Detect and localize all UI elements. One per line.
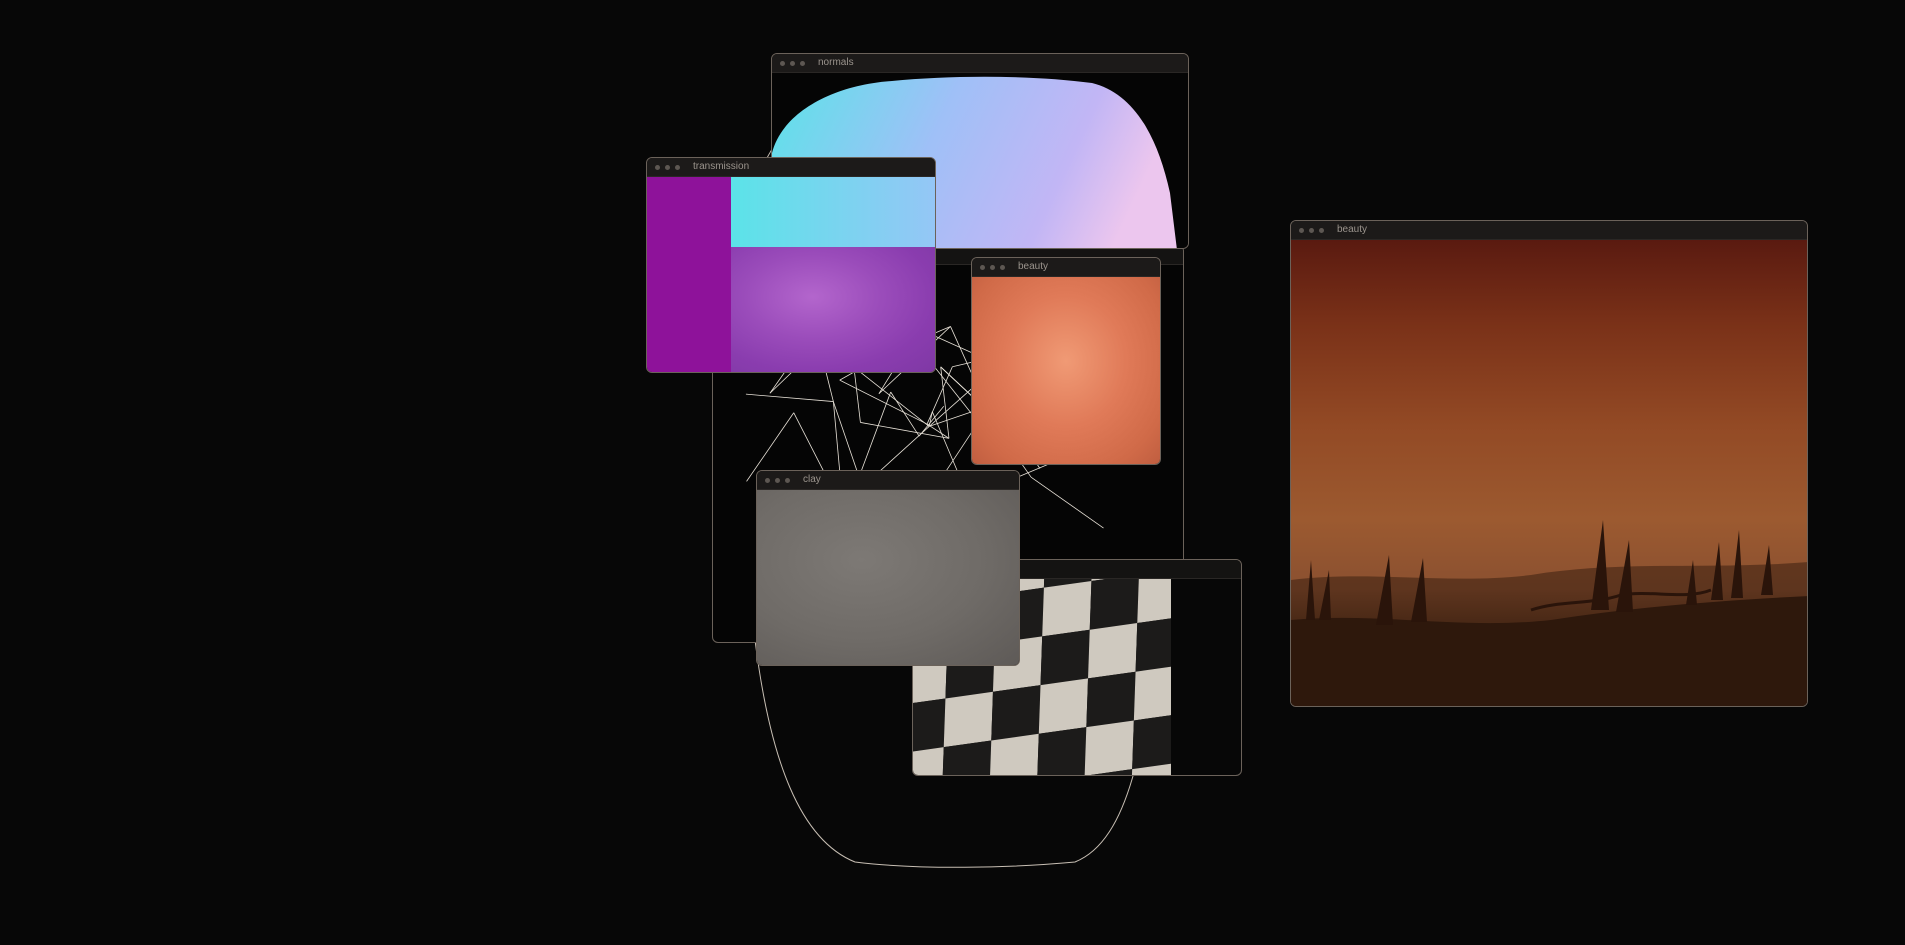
window-title: transmission: [693, 161, 750, 172]
checker-square: [991, 685, 1041, 741]
mesh-edge: [926, 366, 953, 425]
beauty-large-render: [1291, 240, 1807, 706]
transmission-titlebar[interactable]: transmission: [647, 158, 935, 177]
canvas: normals transmission beauty clay beauty: [0, 0, 1905, 945]
checker-square: [1040, 629, 1090, 686]
checker-square: [1042, 580, 1092, 637]
checker-square: [1038, 678, 1089, 734]
window-controls-dots-icon[interactable]: [980, 265, 1005, 270]
window-controls-dots-icon[interactable]: [1299, 228, 1324, 233]
checker-mask: [1171, 579, 1241, 775]
beauty-large-window[interactable]: beauty: [1290, 220, 1808, 707]
transmission-normals-overlap: [731, 177, 935, 247]
mesh-edge: [853, 367, 861, 423]
checker-square: [1037, 727, 1087, 775]
checker-square: [913, 747, 944, 775]
window-controls-dots-icon[interactable]: [780, 61, 805, 66]
window-title: beauty: [1337, 224, 1368, 235]
checker-square: [1088, 623, 1138, 679]
mesh-edge: [860, 422, 950, 439]
transmission-window[interactable]: transmission: [646, 157, 936, 373]
mesh-edge: [1030, 476, 1104, 529]
beauty-small-titlebar[interactable]: beauty: [972, 258, 1160, 277]
window-controls-dots-icon[interactable]: [765, 478, 790, 483]
checker-square: [943, 691, 993, 748]
desert-landscape: [1291, 520, 1807, 706]
window-title: clay: [803, 474, 821, 485]
transmission-render: [647, 177, 935, 372]
clay-window[interactable]: clay: [756, 470, 1020, 666]
mesh-edge: [890, 391, 920, 437]
window-controls-dots-icon[interactable]: [655, 165, 680, 170]
normals-titlebar[interactable]: normals: [772, 54, 1188, 73]
beauty-large-titlebar[interactable]: beauty: [1291, 221, 1807, 240]
clay-titlebar[interactable]: clay: [757, 471, 1019, 490]
beauty-small-render: [972, 277, 1160, 464]
checker-square: [1084, 720, 1134, 775]
mesh-edge: [853, 366, 930, 427]
beauty-small-window[interactable]: beauty: [971, 257, 1161, 465]
checker-square: [1086, 671, 1136, 728]
clay-render: [757, 490, 1019, 665]
window-title: beauty: [1018, 261, 1049, 272]
checker-square: [989, 733, 1039, 775]
mesh-edge: [745, 393, 834, 402]
window-title: normals: [818, 57, 854, 68]
checker-square: [1089, 574, 1139, 630]
checker-square: [913, 698, 946, 754]
transmission-cloud-overlay: [731, 247, 935, 372]
